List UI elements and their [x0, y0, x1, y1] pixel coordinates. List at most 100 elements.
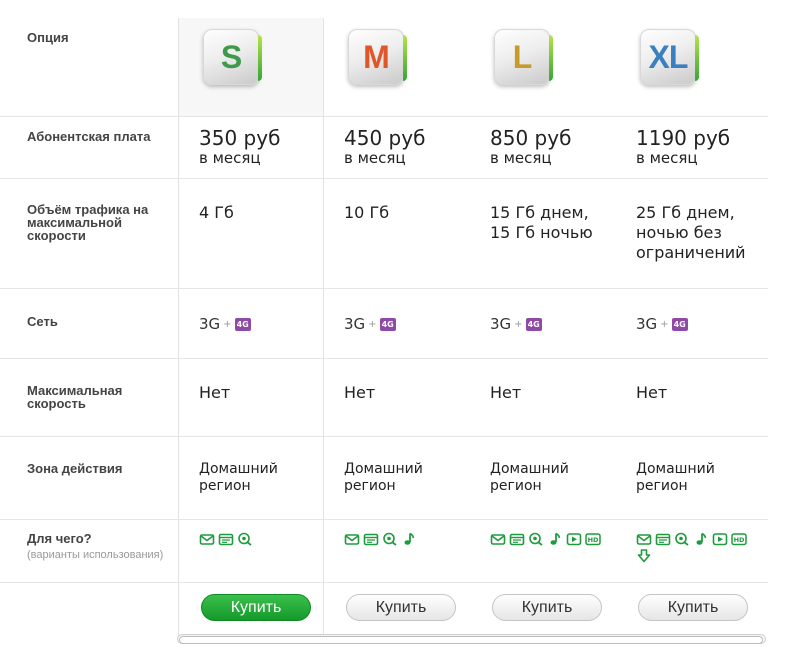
- plan-badge-l[interactable]: L: [494, 29, 550, 85]
- horizontal-scrollbar[interactable]: [177, 634, 766, 644]
- network-3g: 3G: [199, 315, 220, 333]
- plan-l-cell: L: [470, 18, 616, 116]
- hd-icon: HD: [585, 532, 601, 546]
- network-types: 3G+4G: [490, 315, 604, 333]
- svg-text:HD: HD: [734, 536, 745, 544]
- price-period: в месяц: [344, 149, 458, 167]
- network-4g-badge: 4G: [672, 318, 688, 331]
- svg-text:HD: HD: [588, 536, 599, 544]
- plan-l-fee: 850 руб в месяц: [470, 117, 616, 178]
- zone-value: Домашний регион: [490, 461, 580, 495]
- max-speed-value: Нет: [199, 383, 311, 403]
- row-usage: Для чего? (варианты использования) HD HD: [0, 520, 768, 583]
- plan-xl-cell: XL: [616, 18, 762, 116]
- chat-icon: [237, 532, 253, 546]
- buy-button-m[interactable]: Купить: [346, 594, 456, 621]
- plan-xl-usage: HD: [616, 520, 762, 582]
- plan-l-zone: Домашний регион: [470, 437, 616, 519]
- plan-l-buy: Купить: [470, 583, 616, 635]
- plan-xl-network: 3G+4G: [616, 289, 762, 358]
- price-period: в месяц: [199, 149, 311, 167]
- row-buy: Купить Купить Купить Купить: [0, 583, 768, 635]
- email-icon: [344, 532, 360, 546]
- label-cell: [0, 583, 178, 635]
- network-4g-badge: 4G: [380, 318, 396, 331]
- zone-value: Домашний регион: [199, 461, 289, 495]
- plan-m-fee: 450 руб в месяц: [324, 117, 470, 178]
- price: 450 руб: [344, 127, 458, 149]
- max-speed-label: Максимальная скорость: [27, 384, 137, 410]
- music-icon: [401, 532, 417, 546]
- plan-s-buy: Купить: [178, 583, 324, 635]
- traffic-value: 25 Гб днем, ночью без ограничений: [636, 203, 758, 263]
- plan-badge-m[interactable]: M: [348, 29, 404, 85]
- web-icon: [655, 532, 671, 546]
- plan-m-traffic: 10 Гб: [324, 179, 470, 288]
- plan-l-traffic: 15 Гб днем, 15 Гб ночью: [470, 179, 616, 288]
- web-icon: [363, 532, 379, 546]
- traffic-value: 15 Гб днем, 15 Гб ночью: [490, 203, 602, 243]
- zone-value: Домашний регион: [344, 461, 434, 495]
- email-icon: [636, 532, 652, 546]
- traffic-value: 10 Гб: [344, 203, 458, 223]
- network-plus: +: [223, 319, 231, 330]
- price: 850 руб: [490, 127, 604, 149]
- row-fee: Абонентская плата 350 руб в месяц 450 ру…: [0, 117, 768, 179]
- plan-l-network: 3G+4G: [470, 289, 616, 358]
- label-cell: Максимальная скорость: [0, 359, 178, 436]
- max-speed-value: Нет: [344, 383, 458, 403]
- plan-s-network: 3G+4G: [178, 289, 324, 358]
- plan-s-usage: [178, 520, 324, 582]
- network-plus: +: [514, 319, 522, 330]
- usage-icons: HD: [490, 532, 610, 546]
- row-network: Сеть 3G+4G 3G+4G 3G+4G 3G+4G: [0, 289, 768, 359]
- label-cell: Для чего? (варианты использования): [0, 520, 178, 582]
- chat-icon: [382, 532, 398, 546]
- plan-letter: M: [363, 39, 389, 76]
- network-label: Сеть: [27, 315, 166, 328]
- plan-badge-s[interactable]: S: [203, 29, 259, 85]
- option-label: Опция: [27, 31, 166, 44]
- chat-icon: [674, 532, 690, 546]
- music-icon: [693, 532, 709, 546]
- buy-button-l[interactable]: Купить: [492, 594, 602, 621]
- network-4g-badge: 4G: [235, 318, 251, 331]
- plan-s-max-speed: Нет: [178, 359, 324, 436]
- plan-m-zone: Домашний регион: [324, 437, 470, 519]
- plan-m-network: 3G+4G: [324, 289, 470, 358]
- network-plus: +: [368, 319, 376, 330]
- plan-s-fee: 350 руб в месяц: [178, 117, 324, 178]
- plan-m-max-speed: Нет: [324, 359, 470, 436]
- plan-letter: S: [221, 39, 241, 76]
- plan-letter: XL: [649, 39, 688, 76]
- email-icon: [199, 532, 215, 546]
- web-icon: [509, 532, 525, 546]
- plan-badge-xl[interactable]: XL: [640, 29, 696, 85]
- zone-value: Домашний регион: [636, 461, 726, 495]
- label-cell: Опция: [0, 18, 178, 116]
- row-traffic: Объём трафика на максимальной скорости 4…: [0, 179, 768, 289]
- price-period: в месяц: [636, 149, 750, 167]
- web-icon: [218, 532, 234, 546]
- plan-m-buy: Купить: [324, 583, 470, 635]
- hd-icon: HD: [731, 532, 747, 546]
- label-cell: Объём трафика на максимальной скорости: [0, 179, 178, 288]
- network-plus: +: [660, 319, 668, 330]
- plan-s-traffic: 4 Гб: [178, 179, 324, 288]
- buy-button-xl[interactable]: Купить: [638, 594, 748, 621]
- usage-icons: HD: [636, 532, 756, 563]
- traffic-value: 4 Гб: [199, 203, 311, 223]
- plan-xl-fee: 1190 руб в месяц: [616, 117, 762, 178]
- plan-xl-traffic: 25 Гб днем, ночью без ограничений: [616, 179, 762, 288]
- buy-button-s[interactable]: Купить: [201, 594, 311, 621]
- price: 1190 руб: [636, 127, 750, 149]
- plan-xl-max-speed: Нет: [616, 359, 762, 436]
- tariff-comparison-table: Опция S M L XL Абонентская плата 350 руб…: [0, 18, 768, 635]
- plan-s-cell: S: [178, 18, 324, 116]
- usage-icons: [199, 532, 319, 546]
- usage-sublabel: (варианты использования): [27, 549, 166, 561]
- price: 350 руб: [199, 127, 311, 149]
- scrollbar-thumb[interactable]: [179, 636, 763, 644]
- usage-label: Для чего?: [27, 532, 166, 545]
- network-3g: 3G: [490, 315, 511, 333]
